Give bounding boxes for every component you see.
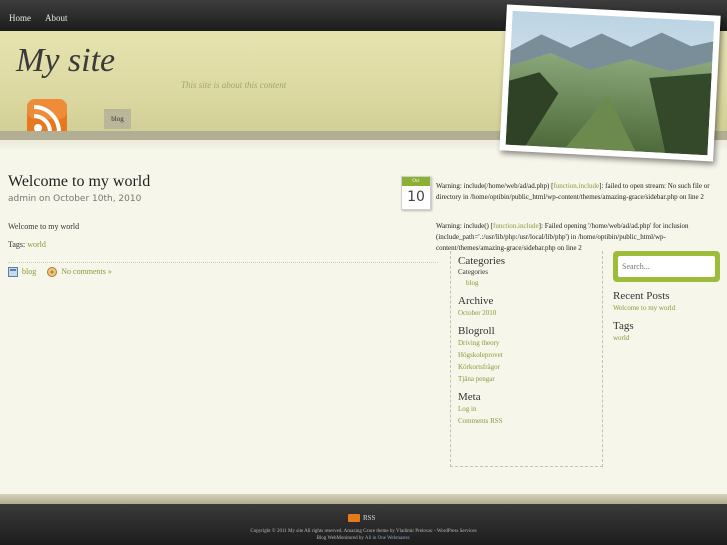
copyright-text: Copyright © 2011 My site All rights rese… — [250, 529, 477, 534]
warning-link[interactable]: function.include — [493, 222, 539, 230]
monitored-text: Blog WebMonitored by All in One Webmaste… — [0, 536, 727, 541]
meta-login-link[interactable]: Log in — [458, 403, 595, 415]
footer-stripe — [0, 494, 727, 504]
blogroll-item[interactable]: Driving theory — [458, 337, 595, 349]
blogroll-heading: Blogroll — [458, 325, 495, 337]
php-warning-1: Warning: include(/home/web/ad/ad.php) [f… — [436, 181, 726, 203]
post-date-badge: Oct 10 — [401, 176, 431, 210]
post-meta: admin on October 10th, 2010 — [8, 194, 142, 204]
sidebar-item-blog[interactable]: blog — [458, 277, 595, 289]
header-landscape-photo — [499, 4, 721, 162]
tag-world-link[interactable]: world — [27, 240, 46, 249]
site-tagline: This site is about this content — [181, 80, 287, 90]
meta-comments-rss-link[interactable]: Comments RSS — [458, 415, 595, 427]
monitored-prefix: Blog WebMonitored by — [316, 536, 364, 541]
archive-item[interactable]: October 2010 — [458, 307, 595, 319]
nav-about-link[interactable]: About — [45, 13, 68, 23]
comments-icon — [47, 267, 58, 278]
nav-home-link[interactable]: Home — [9, 13, 31, 23]
webmaster-link[interactable]: All in One Webmaster. — [365, 536, 411, 541]
post-category-link[interactable]: blog — [22, 267, 36, 276]
footer-rss-link[interactable]: RSS — [348, 514, 376, 523]
site-title[interactable]: My site — [16, 41, 115, 81]
tags-heading: Tags — [613, 320, 634, 332]
date-month: Oct — [402, 177, 430, 186]
post-tags: Tags: world — [8, 240, 46, 249]
tags-label: Tags: — [8, 240, 26, 249]
post-divider — [8, 262, 438, 263]
rss-icon — [348, 514, 360, 523]
meta-heading: Meta — [458, 391, 481, 403]
php-warning-2: Warning: include() [function.include]: F… — [436, 221, 726, 254]
blogroll-item[interactable]: Körkortsfrågor — [458, 361, 595, 373]
blogroll-item[interactable]: Högskoleprovet — [458, 349, 595, 361]
recent-post-link[interactable]: Welcome to my world — [613, 302, 723, 314]
sidebar-right: Recent Posts Welcome to my world Tags wo… — [613, 290, 723, 344]
warning-text: Warning: include() [ — [436, 222, 493, 230]
category-tab-blog[interactable]: blog — [104, 109, 131, 129]
sidebar-left: Categories Categories blog Archive Octob… — [450, 251, 603, 467]
categories-subheading: Categories — [458, 268, 488, 276]
post-title-link[interactable]: Welcome to my world — [8, 173, 150, 191]
warning-text: Warning: include(/home/web/ad/ad.php) [ — [436, 182, 554, 190]
archive-heading: Archive — [458, 295, 494, 307]
site-footer: RSS Copyright © 2011 My site All rights … — [0, 504, 727, 545]
blogroll-item[interactable]: Tjäna pengar — [458, 373, 595, 385]
post-footer: blog No comments » — [8, 267, 112, 278]
search-input[interactable] — [618, 256, 715, 277]
category-icon — [8, 267, 18, 278]
search-box — [613, 251, 720, 282]
date-day: 10 — [407, 189, 425, 205]
recent-posts-heading: Recent Posts — [613, 290, 670, 302]
warning-link[interactable]: function.include — [553, 182, 599, 190]
categories-heading: Categories — [458, 255, 506, 267]
comments-link[interactable]: No comments » — [61, 267, 112, 276]
post-body: Welcome to my world — [8, 222, 80, 231]
rss-label: RSS — [363, 514, 376, 522]
tag-cloud-world[interactable]: world — [613, 332, 723, 344]
